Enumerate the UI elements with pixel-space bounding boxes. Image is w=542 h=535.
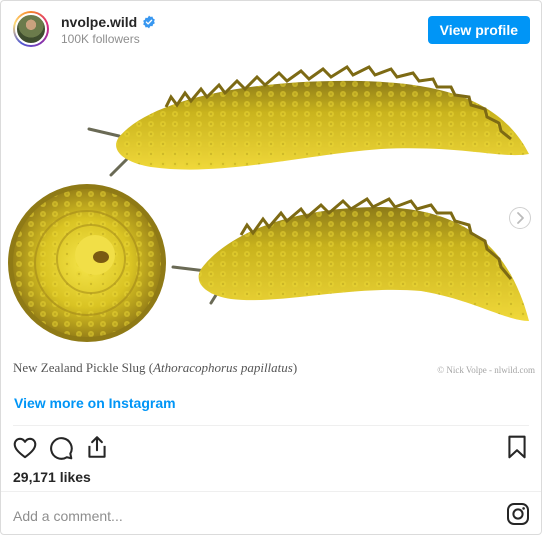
instagram-embed-card: nvolpe.wild 100K followers View profile	[0, 0, 542, 535]
username[interactable]: nvolpe.wild	[61, 14, 156, 30]
follower-count: 100K followers	[61, 32, 140, 46]
next-slide-button[interactable]	[509, 207, 531, 229]
divider	[1, 491, 541, 492]
caption-suffix: )	[292, 360, 298, 375]
verified-badge-icon	[143, 15, 156, 29]
image-caption: New Zealand Pickle Slug (Athoracophorus …	[13, 360, 297, 376]
caption-prefix: New Zealand Pickle Slug (	[13, 360, 154, 375]
avatar[interactable]	[13, 11, 49, 47]
chevron-right-icon	[517, 212, 524, 224]
share-icon[interactable]	[84, 434, 110, 460]
slug-coiled	[8, 184, 166, 342]
username-text[interactable]: nvolpe.wild	[61, 14, 137, 30]
like-count[interactable]: 29,171 likes	[13, 469, 91, 485]
action-bar	[1, 433, 541, 461]
slug-bottom	[171, 196, 529, 321]
caption-species: Athoracophorus papillatus	[153, 360, 293, 375]
slug-top	[87, 64, 529, 177]
view-more-link[interactable]: View more on Instagram	[14, 395, 176, 411]
bookmark-icon[interactable]	[504, 434, 530, 460]
heart-icon[interactable]	[12, 435, 38, 461]
avatar-image	[15, 13, 47, 45]
comment-input[interactable]: Add a comment...	[13, 508, 123, 524]
instagram-logo-icon[interactable]	[506, 502, 530, 526]
view-profile-button[interactable]: View profile	[427, 16, 530, 44]
pickle-slug-illustration	[8, 64, 529, 342]
image-credit: © Nick Volpe - nlwild.com	[437, 365, 535, 375]
post-image[interactable]: New Zealand Pickle Slug (Athoracophorus …	[1, 59, 541, 386]
post-header: nvolpe.wild 100K followers View profile	[1, 1, 541, 59]
divider	[13, 425, 529, 426]
comment-icon[interactable]	[48, 435, 74, 461]
